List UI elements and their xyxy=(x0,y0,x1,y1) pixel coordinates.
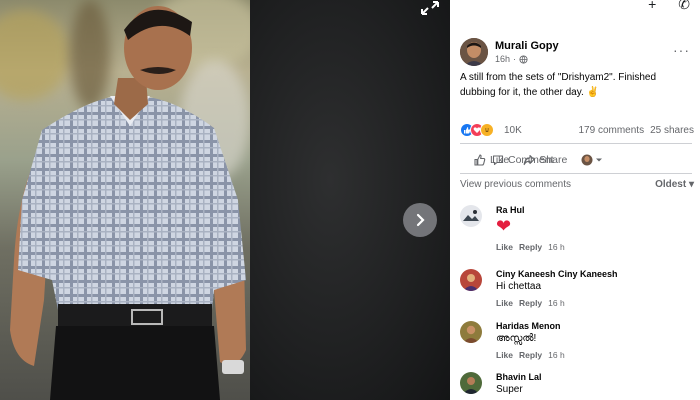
more-options-button[interactable]: ··· xyxy=(673,42,690,58)
author-name[interactable]: Murali Gopy xyxy=(495,40,559,52)
shares-count[interactable]: 25 shares xyxy=(650,125,694,136)
comment-time[interactable]: 16 h xyxy=(548,350,565,360)
post-photo xyxy=(0,0,250,400)
commenter-name[interactable]: Haridas Menon xyxy=(496,321,565,331)
reactions-bar: 10K 179 comments 25 shares xyxy=(460,122,694,138)
person-illustration xyxy=(10,6,246,400)
post-meta: 16h · xyxy=(495,54,559,64)
haha-icon xyxy=(480,123,494,137)
comments-header: View previous comments Oldest ▾ xyxy=(460,179,694,190)
divider xyxy=(460,143,692,144)
plus-icon[interactable]: + xyxy=(648,0,656,13)
commenter-name[interactable]: Ra Hul xyxy=(496,205,565,215)
post-header: Murali Gopy 16h · xyxy=(460,38,559,66)
comment-reply-link[interactable]: Reply xyxy=(519,242,542,252)
expand-arrows-icon[interactable] xyxy=(420,0,440,16)
commenter-avatar[interactable] xyxy=(460,269,482,291)
comment-reply-link[interactable]: Reply xyxy=(519,350,542,360)
comment-reply-link[interactable]: Reply xyxy=(519,298,542,308)
comment-item: Ra Hul ❤ Like Reply 16 h xyxy=(460,205,565,252)
commenter-avatar[interactable] xyxy=(460,205,482,227)
chevron-right-icon xyxy=(416,213,425,227)
audience-selector[interactable] xyxy=(581,154,605,166)
comment-actions: Like Reply 16 h xyxy=(496,350,565,360)
post-caption: A still from the sets of "Drishyam2". Fi… xyxy=(460,72,657,98)
caret-down-icon: ▾ xyxy=(688,179,694,190)
comment-text: ❤ xyxy=(496,216,512,236)
commenter-name[interactable]: Bhavin Lal xyxy=(496,372,542,382)
photo-dark-area xyxy=(250,0,450,400)
comment-label: Comment xyxy=(508,154,554,166)
profile-dropdown-icon xyxy=(581,154,603,166)
post-time[interactable]: 16h xyxy=(495,54,510,64)
comment-like-link[interactable]: Like xyxy=(496,298,513,308)
comment-like-link[interactable]: Like xyxy=(496,242,513,252)
sort-label: Oldest xyxy=(655,179,687,190)
comment-text: Super xyxy=(496,384,523,395)
author-avatar[interactable] xyxy=(460,38,488,66)
comment-actions: Like Reply 16 h xyxy=(496,298,618,308)
post-panel: + ✆ Murali Gopy 16h · ··· A still from t… xyxy=(450,0,700,400)
view-previous-comments[interactable]: View previous comments xyxy=(460,179,571,190)
post-actions: Like Comment Share xyxy=(460,150,694,170)
comment-like-link[interactable]: Like xyxy=(496,350,513,360)
comment-button[interactable]: Comment xyxy=(492,154,554,166)
comment-text: Hi chettaa xyxy=(496,281,542,292)
comment-time[interactable]: 16 h xyxy=(548,298,565,308)
globe-icon xyxy=(519,54,528,64)
comment-sort-dropdown[interactable]: Oldest ▾ xyxy=(655,179,694,190)
divider xyxy=(460,173,692,174)
comment-item: Bhavin Lal Super xyxy=(460,372,542,395)
comment-actions: Like Reply 16 h xyxy=(496,242,565,252)
commenter-avatar[interactable] xyxy=(460,372,482,394)
thumbs-up-icon xyxy=(474,154,486,166)
photo-viewer xyxy=(0,0,450,400)
commenter-name[interactable]: Ciny Kaneesh Ciny Kaneesh xyxy=(496,269,618,279)
messenger-icon[interactable]: ✆ xyxy=(678,0,690,13)
reaction-count[interactable]: 10K xyxy=(504,125,522,136)
comments-count[interactable]: 179 comments xyxy=(578,125,644,136)
comment-item: Haridas Menon അസ്സൽ! Like Reply 16 h xyxy=(460,321,565,360)
speech-bubble-icon xyxy=(492,155,504,166)
comment-text: അസ്സൽ! xyxy=(496,333,537,344)
commenter-avatar[interactable] xyxy=(460,321,482,343)
reaction-icons[interactable] xyxy=(460,123,494,137)
comment-time[interactable]: 16 h xyxy=(548,242,565,252)
header-icons: + ✆ xyxy=(648,0,690,13)
next-photo-button[interactable] xyxy=(403,203,437,237)
comment-item: Ciny Kaneesh Ciny Kaneesh Hi chettaa Lik… xyxy=(460,269,618,308)
